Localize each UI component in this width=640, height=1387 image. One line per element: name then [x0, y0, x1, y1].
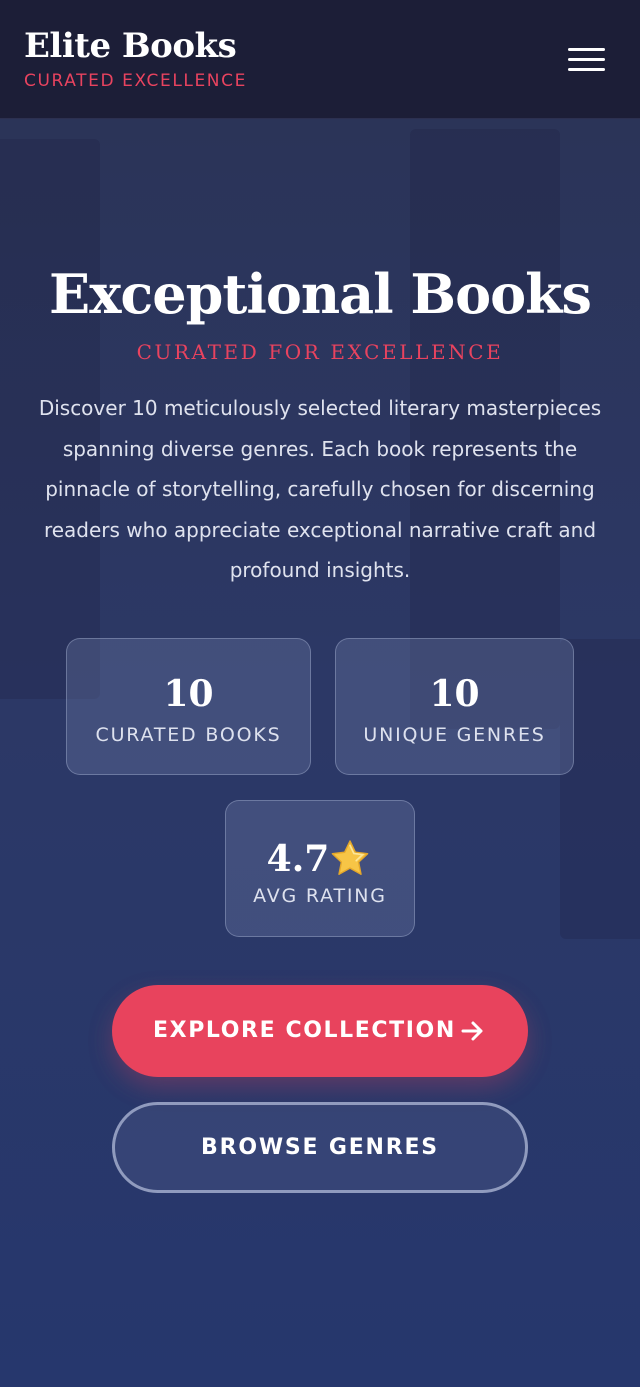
explore-collection-button[interactable]: EXPLORE COLLECTION: [112, 985, 528, 1077]
hero-description: Discover 10 meticulously selected litera…: [38, 396, 602, 583]
stat-value-rating: 4.7: [266, 838, 330, 880]
menu-bar: [568, 58, 605, 61]
stat-label-books: CURATED BOOKS: [95, 724, 282, 746]
brand-title[interactable]: Elite Books: [24, 24, 237, 68]
stat-label-rating: AVG RATING: [253, 885, 387, 907]
star-icon: [331, 840, 369, 875]
stat-card-genres: 10 UNIQUE GENRES: [335, 638, 574, 775]
stat-label-genres: UNIQUE GENRES: [363, 724, 546, 746]
stat-card-rating: 4.7 AVG RATING: [225, 800, 415, 937]
browse-genres-label: BROWSE GENRES: [201, 1135, 439, 1160]
hero-section: Exceptional Books CURATED FOR EXCELLENCE…: [0, 119, 640, 1387]
menu-bar: [568, 68, 605, 71]
brand-tagline: CURATED EXCELLENCE: [24, 71, 247, 91]
explore-collection-label: EXPLORE COLLECTION: [153, 1018, 456, 1043]
hero-subtitle: CURATED FOR EXCELLENCE: [136, 340, 504, 364]
hero-title: Exceptional Books: [49, 262, 592, 326]
browse-genres-button[interactable]: BROWSE GENRES: [112, 1102, 528, 1193]
hamburger-menu-icon[interactable]: [560, 40, 612, 80]
stat-value-books: 10: [163, 673, 214, 715]
stat-value-genres: 10: [429, 673, 480, 715]
site-header: Elite Books CURATED EXCELLENCE: [0, 0, 640, 119]
stat-value-rating-row: 4.7: [226, 837, 414, 881]
menu-bar: [568, 48, 605, 51]
arrow-right-icon: [461, 1021, 483, 1041]
stat-card-books: 10 CURATED BOOKS: [66, 638, 311, 775]
